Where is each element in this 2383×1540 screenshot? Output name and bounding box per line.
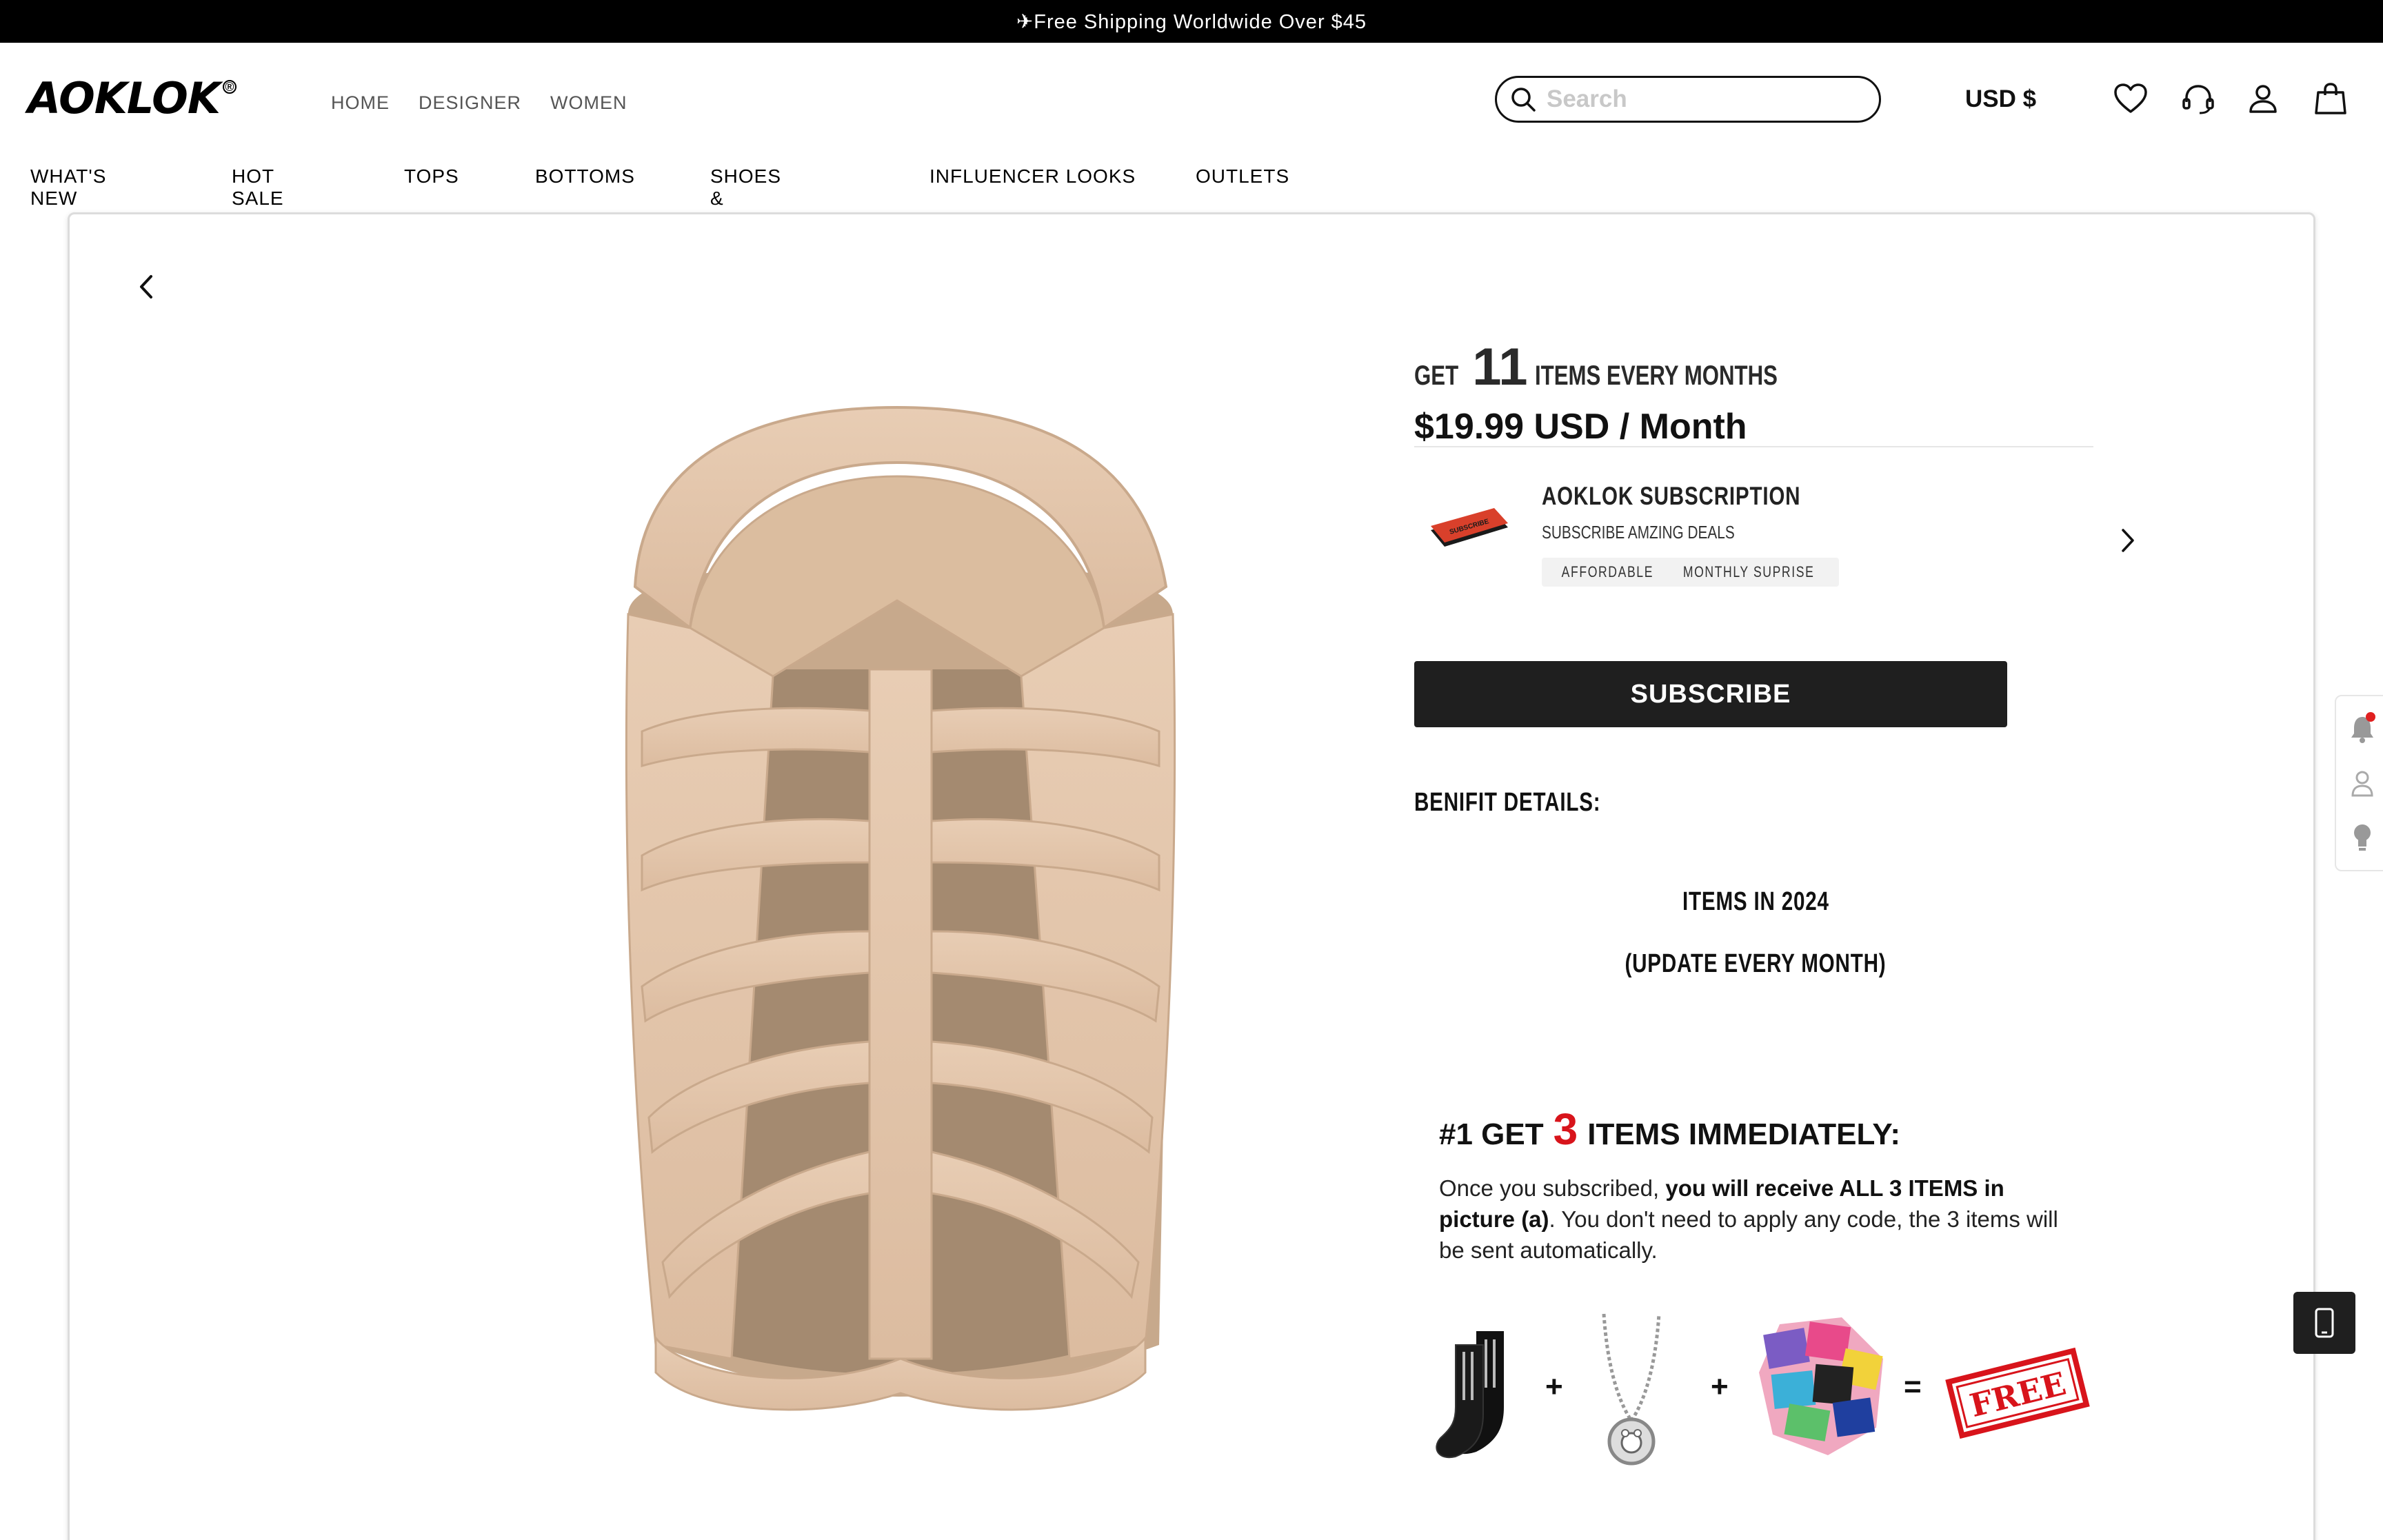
stickers-image: [1759, 1317, 1883, 1455]
subscription-description: SUBSCRIBE AMZING DEALS: [1542, 522, 1735, 543]
announcement-bar: ✈Free Shipping Worldwide Over $45: [0, 0, 2383, 43]
subscribe-button[interactable]: SUBSCRIBE: [1414, 661, 2007, 727]
category-bottoms[interactable]: BOTTOMS: [535, 165, 635, 188]
category-tops[interactable]: TOPS: [404, 165, 459, 188]
search-input[interactable]: [1547, 85, 1850, 113]
product-image: [625, 405, 1176, 1411]
tag-affordable: AFFORDABLE: [1542, 558, 1673, 587]
announcement-text: ✈Free Shipping Worldwide Over $45: [1016, 10, 1367, 33]
divider: [1414, 446, 2093, 447]
user-icon[interactable]: [2245, 81, 2281, 117]
step1-heading: #1 GET 3 ITEMS IMMEDIATELY:: [1439, 1104, 1900, 1155]
subscription-title: AOKLOK SUBSCRIPTION: [1542, 482, 1801, 510]
nav-designer[interactable]: DESIGNER: [419, 92, 521, 114]
step1-suffix: ITEMS IMMEDIATELY:: [1587, 1117, 1901, 1151]
bag-icon[interactable]: [2313, 81, 2349, 117]
free-items-row: + + = FREE: [1435, 1310, 2097, 1476]
plus-operator-1: +: [1545, 1370, 1563, 1404]
mobile-app-button[interactable]: [2293, 1292, 2355, 1354]
currency-selector[interactable]: USD $: [1965, 85, 2036, 113]
step1-count: 3: [1553, 1104, 1578, 1154]
items-headline: GET 11 ITEMS EVERY MONTHS: [1414, 337, 1846, 397]
step1-prefix: #1 GET: [1439, 1117, 1544, 1151]
equals-operator: =: [1904, 1370, 1922, 1404]
side-toolbar: [2335, 695, 2383, 871]
profile-icon[interactable]: [2349, 767, 2376, 800]
socks-image: [1436, 1331, 1504, 1459]
subscribe-ticket-icon: SUBSCRIBE: [1431, 508, 1508, 547]
necklace-image: [1602, 1313, 1661, 1466]
mobile-phone-icon: [2315, 1308, 2334, 1338]
lightbulb-icon[interactable]: [2349, 820, 2376, 853]
chevron-right-icon[interactable]: [2118, 525, 2138, 556]
free-stamp-image: FREE: [1945, 1347, 2090, 1439]
subscription-panel: GET 11 ITEMS EVERY MONTHS $19.99 USD / M…: [68, 212, 2315, 1540]
category-influencer-looks[interactable]: INFLUENCER LOOKS: [929, 165, 1136, 188]
nav-women[interactable]: WOMEN: [550, 92, 627, 114]
plus-operator-2: +: [1711, 1370, 1729, 1404]
subscription-card[interactable]: SUBSCRIBE AOKLOK SUBSCRIPTION SUBSCRIBE …: [1414, 482, 2134, 599]
logo-text: AOKLOK: [28, 73, 221, 123]
step1-description: Once you subscribed, you will receive AL…: [1439, 1175, 2058, 1263]
get-suffix: ITEMS EVERY MONTHS: [1534, 361, 1778, 391]
notification-bell-icon[interactable]: [2349, 711, 2376, 744]
get-prefix: GET: [1414, 361, 1459, 391]
nav-home[interactable]: HOME: [331, 92, 390, 114]
items-in-year: ITEMS IN 2024: [1682, 887, 1829, 916]
top-nav: HOME DESIGNER WOMEN: [331, 92, 627, 114]
search-icon: [1511, 88, 1536, 112]
registered-mark: ®: [222, 80, 237, 94]
headset-icon[interactable]: [2180, 81, 2216, 117]
category-whats-new[interactable]: WHAT'S NEW: [30, 165, 106, 210]
items-count: 11: [1472, 338, 1528, 396]
subscription-price: $19.99 USD / Month: [1414, 407, 1747, 447]
heart-icon[interactable]: [2113, 81, 2149, 117]
category-outlets[interactable]: OUTLETS: [1196, 165, 1289, 188]
site-logo[interactable]: AOKLOK ®: [28, 77, 237, 120]
tag-monthly-suprise: MONTHLY SUPRISE: [1658, 558, 1840, 587]
back-chevron-icon[interactable]: [132, 270, 159, 304]
update-note: (UPDATE EVERY MONTH): [1625, 949, 1887, 978]
category-hot-sale[interactable]: HOT SALE: [232, 165, 284, 210]
benefit-heading: BENIFIT DETAILS:: [1414, 788, 1601, 817]
search-box[interactable]: [1495, 76, 1881, 123]
